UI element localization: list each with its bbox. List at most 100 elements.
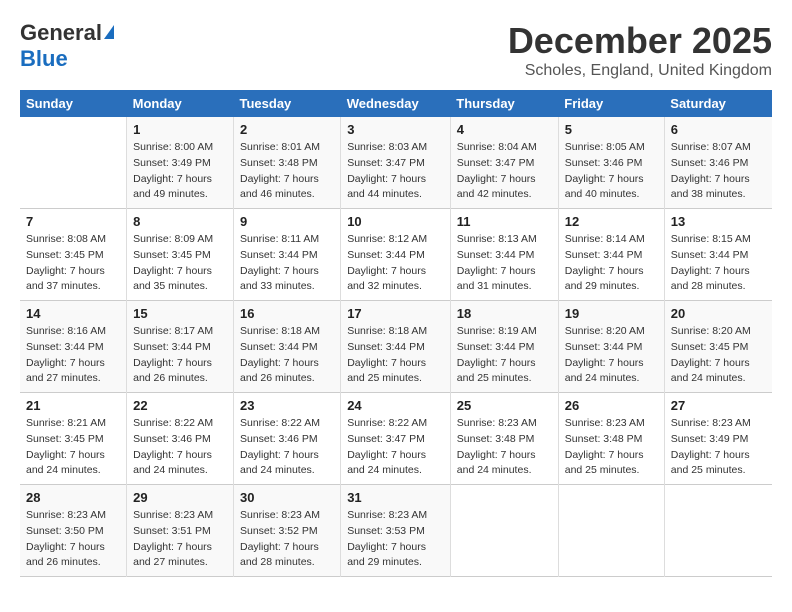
calendar-cell: 5 Sunrise: 8:05 AM Sunset: 3:46 PM Daylig… <box>558 117 664 209</box>
day-info: Sunrise: 8:21 AM Sunset: 3:45 PM Dayligh… <box>26 416 120 479</box>
calendar-cell: 20 Sunrise: 8:20 AM Sunset: 3:45 PM Dayli… <box>664 301 772 393</box>
calendar-cell: 26 Sunrise: 8:23 AM Sunset: 3:48 PM Dayli… <box>558 393 664 485</box>
calendar-cell: 28Sunrise: 8:23 AM Sunset: 3:50 PM Dayli… <box>20 485 127 577</box>
calendar-cell: 11Sunrise: 8:13 AM Sunset: 3:44 PM Dayli… <box>450 209 558 301</box>
page-header: General Blue December 2025 Scholes, Engl… <box>20 20 772 80</box>
day-info: Sunrise: 8:00 AM Sunset: 3:49 PM Dayligh… <box>133 140 227 203</box>
day-number: 18 <box>457 306 552 321</box>
logo: General Blue <box>20 20 114 72</box>
day-number: 12 <box>565 214 658 229</box>
day-info: Sunrise: 8:23 AM Sunset: 3:53 PM Dayligh… <box>347 508 444 571</box>
day-number: 17 <box>347 306 444 321</box>
week-row-5: 28Sunrise: 8:23 AM Sunset: 3:50 PM Dayli… <box>20 485 772 577</box>
day-number: 5 <box>565 122 658 137</box>
day-info: Sunrise: 8:23 AM Sunset: 3:50 PM Dayligh… <box>26 508 120 571</box>
day-number: 26 <box>565 398 658 413</box>
day-info: Sunrise: 8:23 AM Sunset: 3:51 PM Dayligh… <box>133 508 227 571</box>
calendar-cell: 29 Sunrise: 8:23 AM Sunset: 3:51 PM Dayli… <box>127 485 234 577</box>
calendar-cell: 7 Sunrise: 8:08 AM Sunset: 3:45 PM Daylig… <box>20 209 127 301</box>
day-info: Sunrise: 8:01 AM Sunset: 3:48 PM Dayligh… <box>240 140 334 203</box>
column-header-saturday: Saturday <box>664 90 772 117</box>
logo-general-text: General <box>20 20 102 46</box>
day-number: 3 <box>347 122 444 137</box>
calendar-cell: 14 Sunrise: 8:16 AM Sunset: 3:44 PM Dayli… <box>20 301 127 393</box>
day-number: 7 <box>26 214 120 229</box>
calendar-cell: 13Sunrise: 8:15 AM Sunset: 3:44 PM Dayli… <box>664 209 772 301</box>
day-info: Sunrise: 8:03 AM Sunset: 3:47 PM Dayligh… <box>347 140 444 203</box>
day-info: Sunrise: 8:09 AM Sunset: 3:45 PM Dayligh… <box>133 232 227 295</box>
calendar-cell: 24Sunrise: 8:22 AM Sunset: 3:47 PM Dayli… <box>341 393 451 485</box>
column-header-wednesday: Wednesday <box>341 90 451 117</box>
day-number: 1 <box>133 122 227 137</box>
day-info: Sunrise: 8:11 AM Sunset: 3:44 PM Dayligh… <box>240 232 334 295</box>
day-info: Sunrise: 8:22 AM Sunset: 3:46 PM Dayligh… <box>240 416 334 479</box>
day-number: 30 <box>240 490 334 505</box>
day-number: 2 <box>240 122 334 137</box>
day-number: 11 <box>457 214 552 229</box>
calendar-cell: 12Sunrise: 8:14 AM Sunset: 3:44 PM Dayli… <box>558 209 664 301</box>
calendar-cell <box>664 485 772 577</box>
column-header-monday: Monday <box>127 90 234 117</box>
day-info: Sunrise: 8:18 AM Sunset: 3:44 PM Dayligh… <box>240 324 334 387</box>
day-number: 10 <box>347 214 444 229</box>
calendar-cell: 16 Sunrise: 8:18 AM Sunset: 3:44 PM Dayli… <box>234 301 341 393</box>
day-number: 14 <box>26 306 120 321</box>
day-number: 4 <box>457 122 552 137</box>
calendar-cell: 10 Sunrise: 8:12 AM Sunset: 3:44 PM Dayli… <box>341 209 451 301</box>
day-number: 29 <box>133 490 227 505</box>
location: Scholes, England, United Kingdom <box>508 62 772 80</box>
logo-blue-text: Blue <box>20 46 68 72</box>
day-info: Sunrise: 8:12 AM Sunset: 3:44 PM Dayligh… <box>347 232 444 295</box>
day-number: 27 <box>671 398 766 413</box>
calendar-cell: 22 Sunrise: 8:22 AM Sunset: 3:46 PM Dayli… <box>127 393 234 485</box>
calendar-cell: 6 Sunrise: 8:07 AM Sunset: 3:46 PM Daylig… <box>664 117 772 209</box>
day-info: Sunrise: 8:04 AM Sunset: 3:47 PM Dayligh… <box>457 140 552 203</box>
day-info: Sunrise: 8:07 AM Sunset: 3:46 PM Dayligh… <box>671 140 766 203</box>
calendar-cell <box>20 117 127 209</box>
day-info: Sunrise: 8:17 AM Sunset: 3:44 PM Dayligh… <box>133 324 227 387</box>
week-row-2: 7 Sunrise: 8:08 AM Sunset: 3:45 PM Daylig… <box>20 209 772 301</box>
day-number: 9 <box>240 214 334 229</box>
day-info: Sunrise: 8:16 AM Sunset: 3:44 PM Dayligh… <box>26 324 120 387</box>
day-info: Sunrise: 8:19 AM Sunset: 3:44 PM Dayligh… <box>457 324 552 387</box>
calendar-table: SundayMondayTuesdayWednesdayThursdayFrid… <box>20 90 772 577</box>
day-info: Sunrise: 8:22 AM Sunset: 3:46 PM Dayligh… <box>133 416 227 479</box>
day-number: 16 <box>240 306 334 321</box>
calendar-cell: 25 Sunrise: 8:23 AM Sunset: 3:48 PM Dayli… <box>450 393 558 485</box>
day-info: Sunrise: 8:20 AM Sunset: 3:44 PM Dayligh… <box>565 324 658 387</box>
calendar-cell: 23 Sunrise: 8:22 AM Sunset: 3:46 PM Dayli… <box>234 393 341 485</box>
day-number: 23 <box>240 398 334 413</box>
day-number: 25 <box>457 398 552 413</box>
calendar-cell: 31Sunrise: 8:23 AM Sunset: 3:53 PM Dayli… <box>341 485 451 577</box>
day-number: 6 <box>671 122 766 137</box>
day-info: Sunrise: 8:23 AM Sunset: 3:48 PM Dayligh… <box>457 416 552 479</box>
day-info: Sunrise: 8:08 AM Sunset: 3:45 PM Dayligh… <box>26 232 120 295</box>
day-info: Sunrise: 8:05 AM Sunset: 3:46 PM Dayligh… <box>565 140 658 203</box>
title-block: December 2025 Scholes, England, United K… <box>508 20 772 80</box>
week-row-3: 14 Sunrise: 8:16 AM Sunset: 3:44 PM Dayli… <box>20 301 772 393</box>
day-number: 15 <box>133 306 227 321</box>
day-number: 8 <box>133 214 227 229</box>
calendar-cell: 19Sunrise: 8:20 AM Sunset: 3:44 PM Dayli… <box>558 301 664 393</box>
week-row-1: 1 Sunrise: 8:00 AM Sunset: 3:49 PM Daylig… <box>20 117 772 209</box>
calendar-cell: 21 Sunrise: 8:21 AM Sunset: 3:45 PM Dayli… <box>20 393 127 485</box>
day-number: 21 <box>26 398 120 413</box>
calendar-cell: 2 Sunrise: 8:01 AM Sunset: 3:48 PM Daylig… <box>234 117 341 209</box>
day-info: Sunrise: 8:23 AM Sunset: 3:49 PM Dayligh… <box>671 416 766 479</box>
column-header-tuesday: Tuesday <box>234 90 341 117</box>
calendar-cell <box>558 485 664 577</box>
calendar-header-row: SundayMondayTuesdayWednesdayThursdayFrid… <box>20 90 772 117</box>
day-number: 24 <box>347 398 444 413</box>
day-info: Sunrise: 8:15 AM Sunset: 3:44 PM Dayligh… <box>671 232 766 295</box>
day-info: Sunrise: 8:23 AM Sunset: 3:48 PM Dayligh… <box>565 416 658 479</box>
day-number: 20 <box>671 306 766 321</box>
calendar-cell: 18 Sunrise: 8:19 AM Sunset: 3:44 PM Dayli… <box>450 301 558 393</box>
calendar-cell <box>450 485 558 577</box>
day-info: Sunrise: 8:20 AM Sunset: 3:45 PM Dayligh… <box>671 324 766 387</box>
column-header-thursday: Thursday <box>450 90 558 117</box>
calendar-cell: 27 Sunrise: 8:23 AM Sunset: 3:49 PM Dayli… <box>664 393 772 485</box>
calendar-cell: 30Sunrise: 8:23 AM Sunset: 3:52 PM Dayli… <box>234 485 341 577</box>
day-info: Sunrise: 8:18 AM Sunset: 3:44 PM Dayligh… <box>347 324 444 387</box>
day-number: 22 <box>133 398 227 413</box>
month-title: December 2025 <box>508 20 772 62</box>
